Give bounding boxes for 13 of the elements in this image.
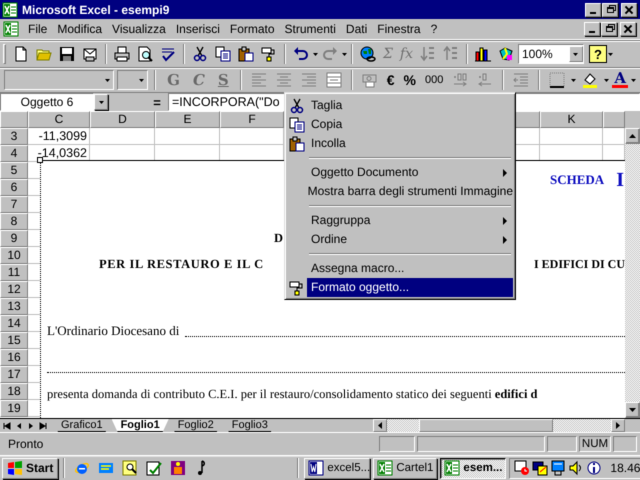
field-label: L'Ordinario Diocesano di xyxy=(47,322,180,340)
document-paragraph: presenta domanda di contributo C.E.I. per il restauro/consolidamento statico dei seguenti edifici d xyxy=(47,386,538,403)
document-title: D xyxy=(274,230,284,247)
clock: 18.46 xyxy=(610,461,640,475)
status-text: Pronto xyxy=(7,437,44,451)
document-heading: SCHEDA xyxy=(550,171,604,189)
document-subtitle: I EDIFICI DI CU xyxy=(534,256,625,273)
document-heading: I xyxy=(616,170,624,190)
window-title: Microsoft Excel - esempi9 xyxy=(22,2,170,16)
document-subtitle: PER IL RESTAURO E IL C xyxy=(99,256,264,273)
table-cell: -11,3099 xyxy=(28,128,90,145)
equals-sign: = xyxy=(152,94,162,110)
num-lock-indicator: NUM xyxy=(579,436,611,452)
